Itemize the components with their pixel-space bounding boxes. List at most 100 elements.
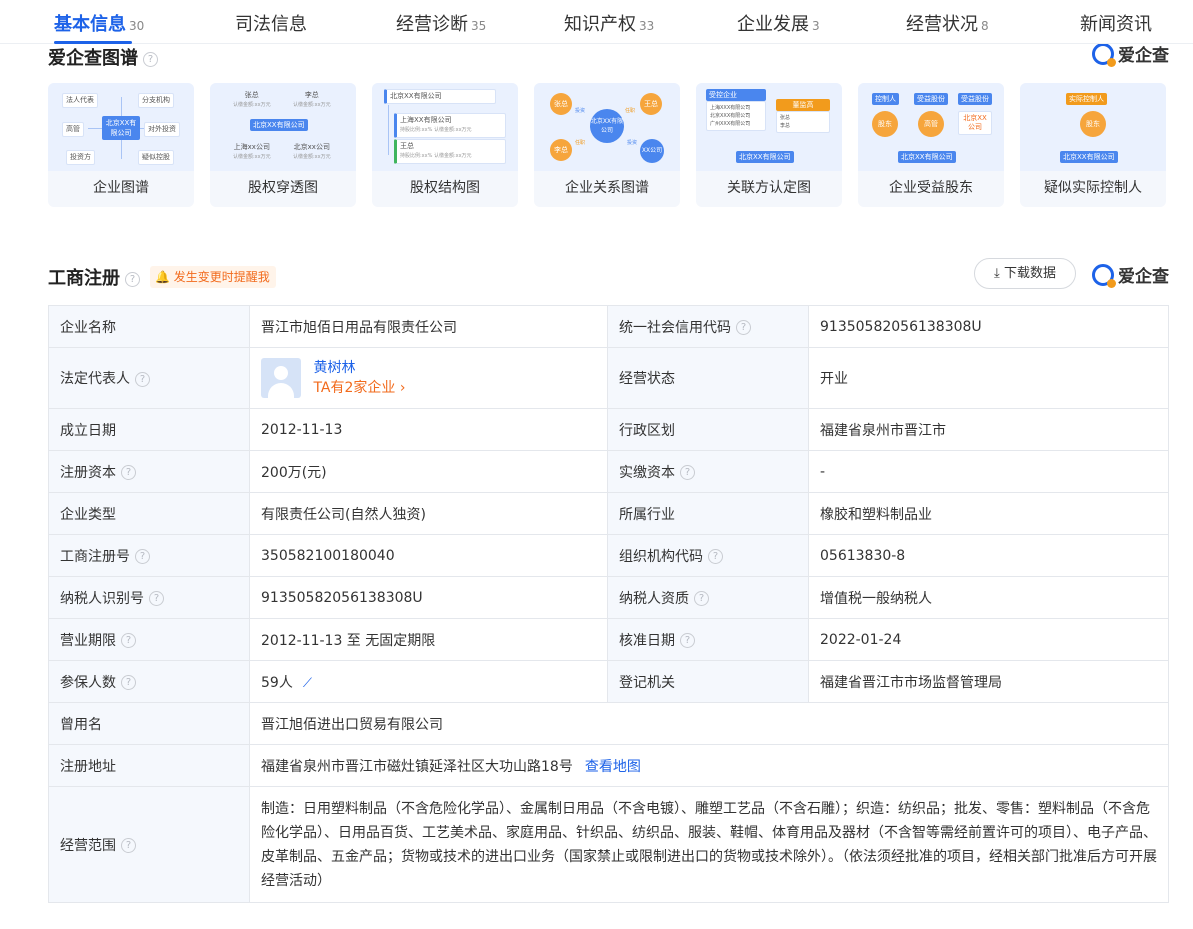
field-label: 纳税人资质?	[607, 576, 809, 619]
graph-list-item: 广州XXX有限公司	[710, 121, 751, 127]
graph-node: 上海XX有限公司	[400, 116, 452, 124]
graph-edge-label: 投资	[627, 140, 638, 146]
view-map-link[interactable]: 查看地图	[585, 759, 641, 775]
field-value: 2022-01-24	[808, 618, 1169, 661]
field-label: 行政区划	[607, 408, 809, 451]
graph-node: 分支机构	[138, 93, 174, 108]
field-label-text: 纳税人资质	[619, 590, 689, 607]
graph-node: 北京XX公司	[958, 111, 992, 135]
help-icon[interactable]: ?	[125, 271, 140, 287]
field-value: 橡胶和塑料制品业	[808, 492, 1169, 535]
tab-judicial-info[interactable]: 司法信息	[235, 10, 310, 40]
download-data-button[interactable]: ⤓ 下载数据	[974, 258, 1076, 289]
tab-business-diagnosis[interactable]: 经营诊断 35	[396, 10, 486, 40]
graph-node: 北京xx公司	[293, 143, 330, 151]
tab-news[interactable]: 新闻资讯	[1080, 10, 1155, 40]
field-label: 营业期限?	[48, 618, 250, 661]
graph-thumbnail: 张总 认缴金额:xx万元 李总 认缴金额:xx万元 北京XX有限公司 上海xx公司认…	[210, 83, 356, 171]
graph-node: 张总	[550, 93, 572, 115]
legal-rep-companies-link[interactable]: TA有2家企业 ›	[313, 380, 405, 396]
graph-node: 张总	[244, 91, 259, 99]
help-icon[interactable]: ?	[121, 465, 136, 480]
field-label-text: 经营范围	[60, 837, 116, 854]
avatar[interactable]	[261, 358, 301, 398]
graph-card-related-party[interactable]: 受控企业 上海XXX有限公司 北京XXX有限公司 广州XXX有限公司 董监高 张总李…	[696, 83, 842, 207]
table-row: 企业类型 有限责任公司(自然人独资) 所属行业 橡胶和塑料制品业	[48, 492, 1169, 535]
tab-development[interactable]: 企业发展 3	[737, 10, 820, 40]
tab-label: 司法信息	[235, 14, 307, 35]
brand-text: 爱企查	[1118, 46, 1169, 66]
help-icon[interactable]: ?	[121, 675, 136, 690]
help-icon[interactable]: ?	[143, 51, 158, 67]
help-icon[interactable]: ?	[736, 320, 751, 335]
graph-card-label: 关联方认定图	[727, 180, 811, 196]
graph-thumbnail: 控制人 受益股份 受益股份 股东 高管 北京XX公司 北京XX有限公司	[858, 83, 1004, 171]
table-row: 曾用名 晋江旭佰进出口贸易有限公司	[48, 702, 1169, 745]
field-value: 福建省泉州市晋江市	[808, 408, 1169, 451]
help-icon[interactable]: ?	[121, 838, 136, 853]
field-label: 曾用名	[48, 702, 250, 745]
legal-rep-name-link[interactable]: 黄树林	[313, 360, 355, 376]
graph-card-actual-controller[interactable]: 实际控制人 股东 北京XX有限公司 疑似实际控制人	[1020, 83, 1166, 207]
table-row: 工商注册号? 350582100180040 组织机构代码? 05613830-…	[48, 534, 1169, 577]
tab-count: 30	[129, 19, 145, 33]
graph-node-sub: 认缴金额:xx万元	[293, 154, 331, 160]
field-value: 200万(元)	[249, 450, 608, 493]
field-value: 91350582056138308U	[249, 576, 608, 619]
table-row: 营业期限? 2012-11-13 至 无固定期限 核准日期? 2022-01-2…	[48, 618, 1169, 661]
graph-card-beneficial-shareholder[interactable]: 控制人 受益股份 受益股份 股东 高管 北京XX公司 北京XX有限公司 企业受益…	[858, 83, 1004, 207]
graph-node: 受益股份	[914, 93, 948, 105]
graph-card-label: 股权穿透图	[248, 180, 318, 196]
graph-edge-label: 投资	[575, 108, 586, 114]
change-alert-button[interactable]: 🔔 发生变更时提醒我	[150, 266, 276, 288]
graph-node-sub: 持股比例:xx% 认缴金额:xx万元	[400, 127, 472, 133]
field-label: 注册地址	[48, 744, 250, 787]
graph-card-label: 企业关系图谱	[565, 180, 649, 196]
tab-basic-info[interactable]: 基本信息 30	[54, 10, 144, 40]
help-icon[interactable]: ?	[694, 591, 709, 606]
field-label: 参保人数?	[48, 660, 250, 703]
graph-card-equity-penetration[interactable]: 张总 认缴金额:xx万元 李总 认缴金额:xx万元 北京XX有限公司 上海xx公司认…	[210, 83, 356, 207]
download-icon: ⤓	[994, 266, 1000, 281]
field-label-text: 纳税人识别号	[60, 590, 144, 607]
graph-node-sub: 认缴金额:xx万元	[233, 154, 271, 160]
graph-node: 北京XX有限公司	[102, 116, 140, 140]
graph-node: 高管	[62, 122, 84, 137]
graph-thumbnail: 北京XX有限公司 张总 王总 李总 XX公司 投资 任职 任职 投资	[534, 83, 680, 171]
tab-ip[interactable]: 知识产权 33	[564, 10, 654, 40]
help-icon[interactable]: ?	[135, 549, 150, 564]
field-label-text: 组织机构代码	[619, 548, 703, 565]
tab-operation-status[interactable]: 经营状况 8	[906, 10, 989, 40]
help-icon[interactable]: ?	[135, 371, 150, 387]
graph-node: 受益股份	[958, 93, 992, 105]
trend-chart-icon[interactable]: ⟋	[303, 676, 312, 691]
graph-card-enterprise[interactable]: 北京XX有限公司 法人代表 分支机构 高管 对外投资 投资方 疑似控股 企业图谱	[48, 83, 194, 207]
tab-label: 企业发展	[737, 14, 809, 35]
graph-card-equity-structure[interactable]: 北京XX有限公司 上海XX有限公司 持股比例:xx% 认缴金额:xx万元 王总 持股…	[372, 83, 518, 207]
field-value: -	[808, 450, 1169, 493]
field-value: 59人 ⟋	[249, 660, 608, 703]
field-value: 开业	[808, 347, 1169, 409]
help-icon[interactable]: ?	[680, 633, 695, 648]
field-value: 350582100180040	[249, 534, 608, 577]
help-icon[interactable]: ?	[121, 633, 136, 648]
tab-count: 33	[639, 19, 655, 33]
help-icon[interactable]: ?	[708, 549, 723, 564]
help-icon[interactable]: ?	[149, 591, 164, 606]
help-icon[interactable]: ?	[680, 465, 695, 480]
field-label: 核准日期?	[607, 618, 809, 661]
field-label: 组织机构代码?	[607, 534, 809, 577]
bell-icon: 🔔	[155, 270, 170, 284]
tab-label: 经营状况	[906, 14, 978, 35]
tab-label: 经营诊断	[396, 14, 468, 35]
graph-list-item: 北京XXX有限公司	[710, 113, 751, 119]
graph-node: 法人代表	[62, 93, 98, 108]
graph-thumbnail: 受控企业 上海XXX有限公司 北京XXX有限公司 广州XXX有限公司 董监高 张总李…	[696, 83, 842, 171]
chevron-right-icon: ›	[399, 380, 406, 396]
field-value: 福建省晋江市市场监督管理局	[808, 660, 1169, 703]
graph-card-relationship[interactable]: 北京XX有限公司 张总 王总 李总 XX公司 投资 任职 任职 投资 企业关系图…	[534, 83, 680, 207]
field-label-text: 工商注册号	[60, 548, 130, 565]
tab-label: 基本信息	[54, 14, 126, 35]
field-label: 法定代表人?	[48, 347, 250, 409]
field-value: 福建省泉州市晋江市磁灶镇延泽社区大功山路18号 查看地图	[249, 744, 1169, 787]
